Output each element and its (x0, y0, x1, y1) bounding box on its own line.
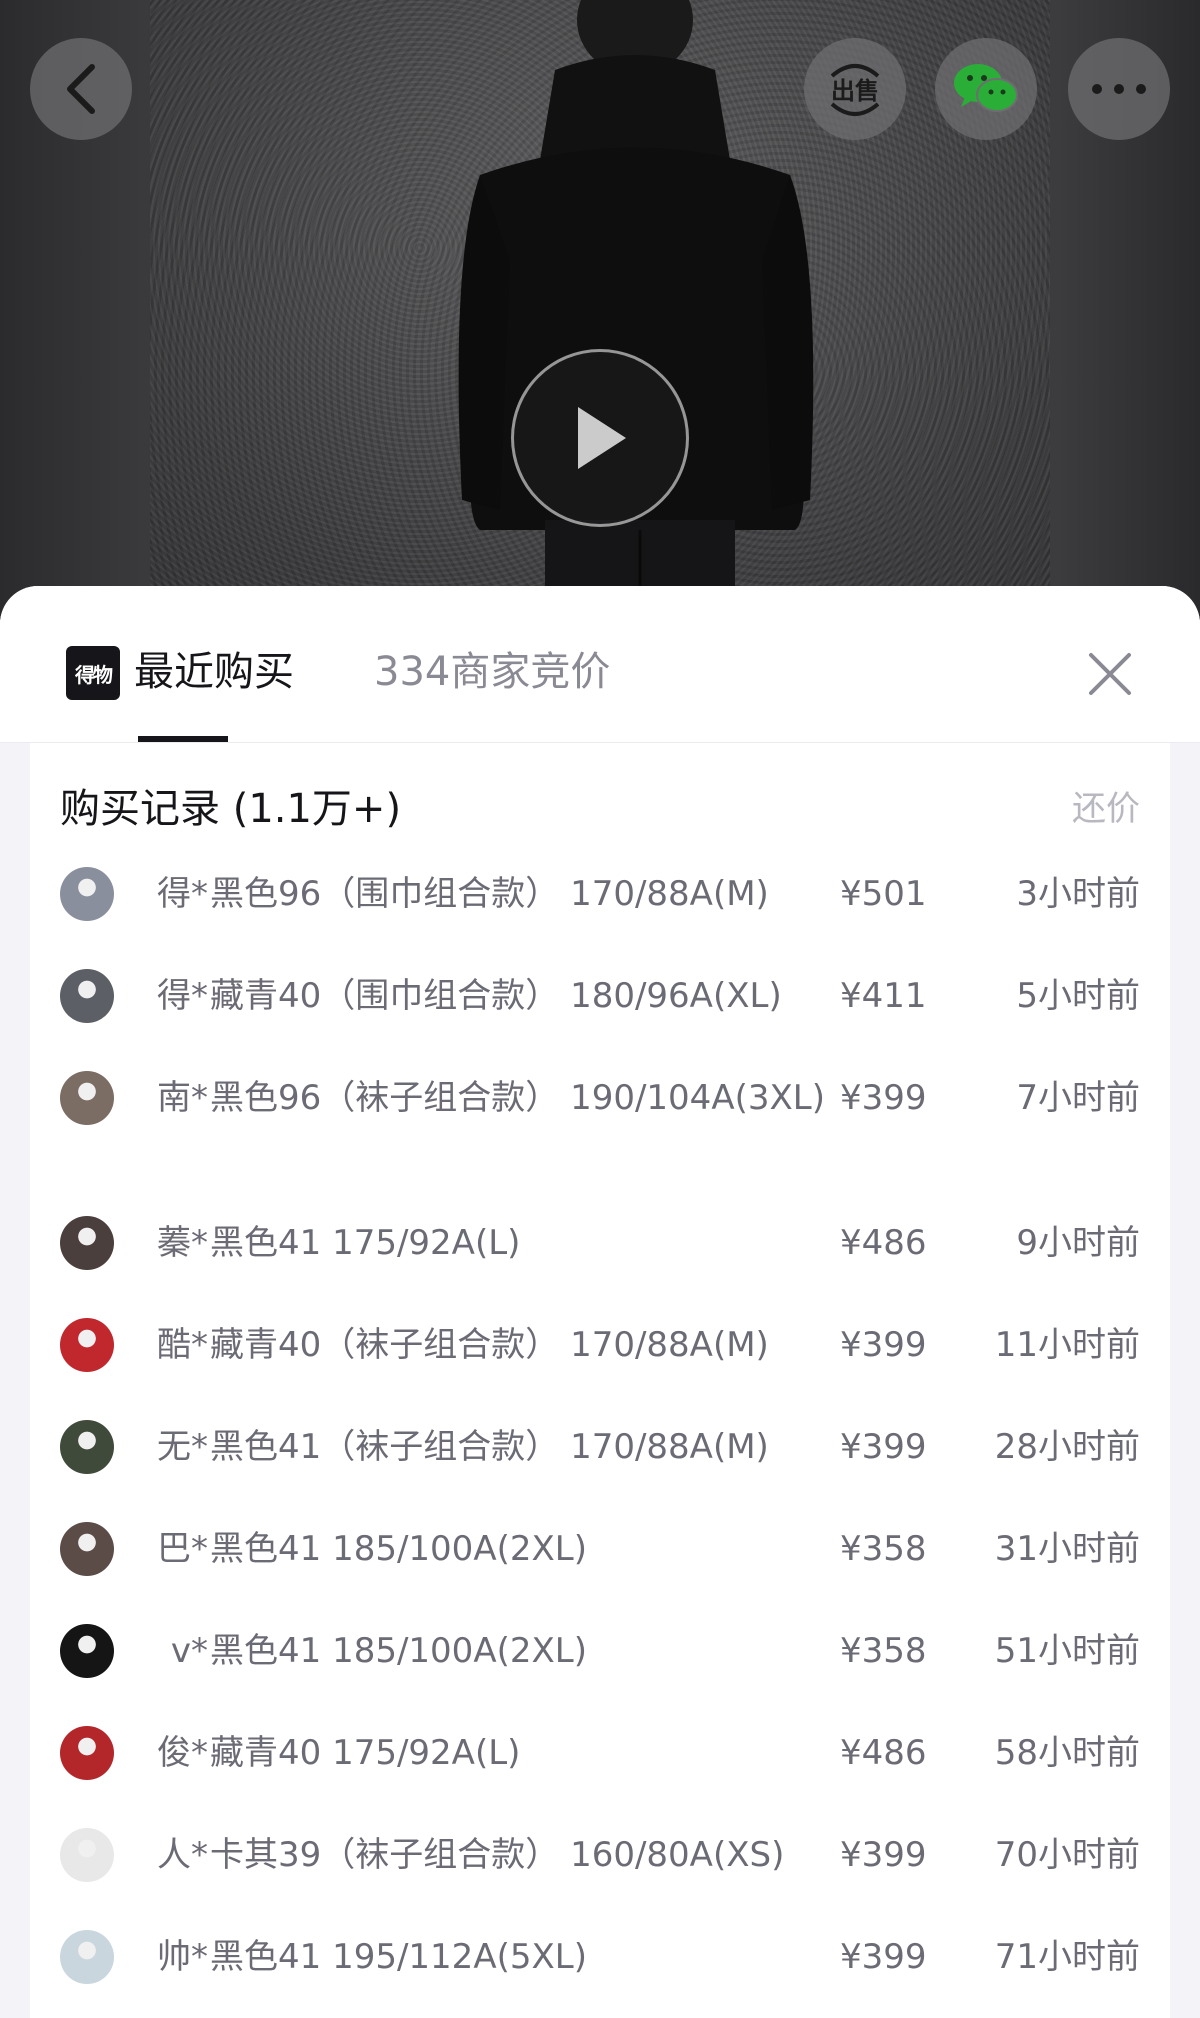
product-spec: 黑色96（围巾组合款） 170/88A(M) (210, 874, 769, 914)
dewu-logo: 得物 (66, 646, 120, 700)
back-button[interactable] (30, 38, 132, 140)
buyer-avatar (60, 867, 114, 921)
purchase-time: 71小时前 (994, 1937, 1140, 1977)
purchase-time: 7小时前 (1016, 1078, 1140, 1118)
play-icon (578, 407, 626, 469)
sheet-header: 得物 最近购买 334商家竞价 (0, 586, 1200, 743)
more-dots-icon (1092, 84, 1146, 94)
records-title: 购买记录 (1.1万+) (60, 786, 402, 832)
product-spec: 藏青40 175/92A(L) (210, 1733, 521, 1773)
buyer-avatar (60, 1930, 114, 1984)
buyer-name: 巴* (157, 1529, 208, 1569)
purchase-time: 58小时前 (994, 1733, 1140, 1773)
tab-recent-purchases[interactable]: 最近购买 (134, 642, 294, 702)
purchase-time: 51小时前 (994, 1631, 1140, 1671)
chevron-left-icon (67, 64, 95, 114)
product-photo (150, 0, 1050, 620)
sell-icon: 出售 (830, 64, 880, 116)
buyer-name: 南* (157, 1078, 208, 1118)
buyer-name: 无* (157, 1427, 208, 1467)
buyer-avatar (60, 969, 114, 1023)
product-spec: 黑色96（袜子组合款） 190/104A(3XL) (210, 1078, 825, 1118)
product-spec: 黑色41（袜子组合款） 170/88A(M) (210, 1427, 769, 1467)
jacket-figure (458, 0, 814, 620)
purchase-price: ¥501 (840, 874, 927, 914)
purchase-time: 31小时前 (994, 1529, 1140, 1569)
sell-button[interactable]: 出售 (804, 38, 906, 140)
product-spec: 黑色41 185/100A(2XL) (210, 1631, 587, 1671)
buyer-name: v* (170, 1631, 208, 1671)
product-spec: 藏青40（围巾组合款） 180/96A(XL) (210, 976, 782, 1016)
product-spec: 黑色41 185/100A(2XL) (210, 1529, 587, 1569)
buyer-avatar (60, 1216, 114, 1270)
purchase-time: 11小时前 (994, 1325, 1140, 1365)
product-media: 出售 (0, 0, 1200, 620)
buyer-name: 人* (157, 1835, 208, 1875)
purchase-price: ¥399 (840, 1078, 927, 1118)
product-spec: 黑色41 175/92A(L) (210, 1223, 521, 1263)
purchase-price: ¥358 (840, 1631, 927, 1671)
buyer-avatar (60, 1726, 114, 1780)
buyer-name: 帅* (157, 1937, 208, 1977)
purchase-price: ¥358 (840, 1529, 927, 1569)
purchase-price: ¥399 (840, 1835, 927, 1875)
buyer-avatar (60, 1624, 114, 1678)
purchase-price: ¥486 (840, 1223, 927, 1263)
buyer-name: 得* (157, 976, 208, 1016)
product-spec: 藏青40（袜子组合款） 170/88A(M) (210, 1325, 769, 1365)
purchase-time: 3小时前 (1016, 874, 1140, 914)
share-wechat-button[interactable] (935, 38, 1037, 140)
bargain-button[interactable]: 还价 (1072, 779, 1140, 839)
close-button[interactable] (1082, 646, 1138, 702)
wechat-icon (954, 64, 1018, 112)
active-tab-indicator (138, 736, 228, 742)
play-video-button[interactable] (511, 349, 689, 527)
purchase-records-card: 购买记录 (1.1万+) 还价 得* 黑色96（围巾组合款） 170/88A(M)… (30, 743, 1170, 2018)
buyer-name: 酷* (157, 1325, 208, 1365)
tab-merchant-bids[interactable]: 334商家竞价 (374, 642, 610, 702)
buyer-avatar (60, 1318, 114, 1372)
purchase-price: ¥399 (840, 1427, 927, 1467)
product-spec: 黑色41 195/112A(5XL) (210, 1937, 587, 1977)
purchase-history-sheet: 得物 最近购买 334商家竞价 购买记录 (1.1万+) 还价 得* 黑色96（围… (0, 586, 1200, 2018)
buyer-avatar (60, 1828, 114, 1882)
purchase-time: 9小时前 (1016, 1223, 1140, 1263)
purchase-time: 70小时前 (994, 1835, 1140, 1875)
more-options-button[interactable] (1068, 38, 1170, 140)
buyer-avatar (60, 1071, 114, 1125)
buyer-name: 俊* (157, 1733, 208, 1773)
product-spec: 卡其39（袜子组合款） 160/80A(XS) (210, 1835, 785, 1875)
close-icon (1089, 653, 1131, 695)
sell-label: 出售 (831, 77, 879, 105)
purchase-price: ¥399 (840, 1937, 927, 1977)
purchase-price: ¥399 (840, 1325, 927, 1365)
buyer-name: 得* (157, 874, 208, 914)
buyer-avatar (60, 1522, 114, 1576)
buyer-avatar (60, 1420, 114, 1474)
purchase-price: ¥411 (840, 976, 927, 1016)
purchase-time: 28小时前 (994, 1427, 1140, 1467)
purchase-price: ¥486 (840, 1733, 927, 1773)
purchase-time: 5小时前 (1016, 976, 1140, 1016)
buyer-name: 蓁* (157, 1223, 208, 1263)
